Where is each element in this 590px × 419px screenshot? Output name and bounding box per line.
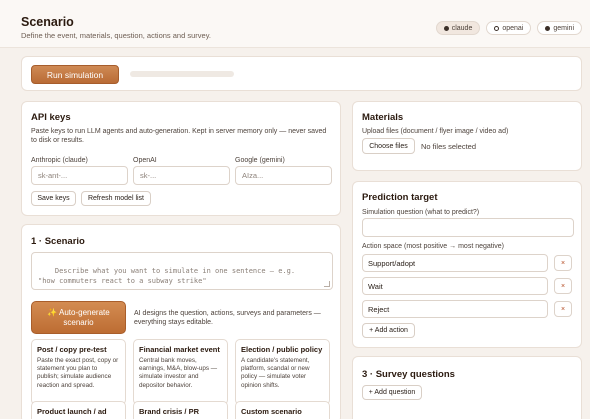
template-title: Election / public policy	[241, 345, 323, 354]
template-description: Paste the exact post, copy or statement …	[37, 357, 119, 389]
prediction-title: Prediction target	[362, 192, 438, 203]
template-title: Post / copy pre-test	[37, 345, 107, 354]
api-keys-card: API keys Paste keys to run LLM agents an…	[21, 101, 341, 216]
template-title: Custom scenario	[241, 407, 302, 416]
auto-generate-note: AI designs the question, actions, survey…	[134, 310, 321, 327]
page-title: Scenario	[21, 15, 74, 29]
progress-bar	[130, 71, 234, 77]
template-card[interactable]: Brand crisis / PR	[133, 401, 228, 419]
resize-handle-icon[interactable]	[324, 281, 330, 287]
filled-dot-icon	[545, 25, 551, 31]
provider-selector: claude openai gemini	[435, 21, 582, 35]
remove-action-button[interactable]: ×	[554, 278, 572, 294]
openai-key-input[interactable]: sk-...	[133, 166, 230, 185]
action-input[interactable]: Reject	[362, 300, 548, 318]
ring-dot-icon	[494, 25, 500, 31]
close-icon: ×	[560, 259, 566, 267]
scenario-description-input[interactable]: Describe what you want to simulate in on…	[31, 252, 333, 290]
provider-label: gemini	[553, 24, 574, 32]
run-simulation-button[interactable]: Run simulation	[31, 65, 119, 84]
survey-card: 3 · Survey questions + Add question	[352, 356, 582, 419]
google-key-input[interactable]: AIza...	[235, 166, 332, 185]
provider-claude[interactable]: claude	[435, 21, 481, 35]
template-title: Financial market event	[139, 345, 220, 354]
template-description: Central bank moves, earnings, M&A, blow-…	[139, 357, 218, 389]
materials-title: Materials	[362, 112, 404, 123]
file-status: No files selected	[421, 142, 477, 151]
template-card[interactable]: Custom scenario	[235, 401, 330, 419]
run-panel: Run simulation	[21, 56, 582, 91]
provider-label: openai	[502, 24, 524, 32]
action-input[interactable]: Wait	[362, 277, 548, 295]
refresh-model-list-button[interactable]: Refresh model list	[81, 191, 151, 206]
prediction-card: Prediction target Simulation question (w…	[352, 181, 582, 348]
page-subtitle: Define the event, materials, question, a…	[21, 31, 211, 40]
filled-dot-icon	[443, 25, 449, 31]
provider-gemini[interactable]: gemini	[537, 21, 582, 35]
save-keys-button[interactable]: Save keys	[31, 191, 76, 206]
template-card[interactable]: Election / public policy A candidate's s…	[235, 339, 330, 405]
question-input[interactable]	[362, 218, 574, 237]
api-keys-title: API keys	[31, 112, 71, 123]
anthropic-key-input[interactable]: sk-ant-...	[31, 166, 128, 185]
add-action-button[interactable]: + Add action	[362, 323, 415, 338]
materials-card: Materials Upload files (document / flyer…	[352, 101, 582, 171]
app-header: Scenario Define the event, materials, qu…	[0, 0, 590, 48]
action-space-label: Action space (most positive → most negat…	[362, 243, 505, 250]
provider-openai[interactable]: openai	[486, 21, 532, 35]
scenario-title: 1 · Scenario	[31, 236, 85, 247]
template-card[interactable]: Financial market event Central bank move…	[133, 339, 228, 405]
choose-files-button[interactable]: Choose files	[362, 138, 415, 154]
remove-action-button[interactable]: ×	[554, 255, 572, 271]
survey-title: 3 · Survey questions	[362, 369, 455, 380]
scenario-card: 1 · Scenario Describe what you want to s…	[21, 224, 341, 419]
question-label: Simulation question (what to predict?)	[362, 209, 480, 216]
add-question-button[interactable]: + Add question	[362, 385, 422, 400]
api-keys-description: Paste keys to run LLM agents and auto-ge…	[31, 128, 327, 145]
anthropic-key-label: Anthropic (claude)	[31, 157, 88, 164]
scenario-placeholder: Describe what you want to simulate in on…	[38, 267, 296, 285]
template-card[interactable]: Post / copy pre-test Paste the exact pos…	[31, 339, 126, 405]
template-title: Product launch / ad	[37, 407, 107, 416]
close-icon: ×	[560, 305, 566, 313]
provider-label: claude	[451, 24, 473, 32]
template-card[interactable]: Product launch / ad	[31, 401, 126, 419]
google-key-label: Google (gemini)	[235, 157, 285, 164]
close-icon: ×	[560, 282, 566, 290]
template-title: Brand crisis / PR	[139, 407, 200, 416]
openai-key-label: OpenAI	[133, 157, 157, 164]
remove-action-button[interactable]: ×	[554, 301, 572, 317]
auto-generate-button[interactable]: ✨ Auto-generate scenario	[31, 301, 126, 334]
action-input[interactable]: Support/adopt	[362, 254, 548, 272]
template-description: A candidate's statement, platform, scand…	[241, 357, 310, 389]
materials-description: Upload files (document / flyer image / v…	[362, 128, 509, 135]
